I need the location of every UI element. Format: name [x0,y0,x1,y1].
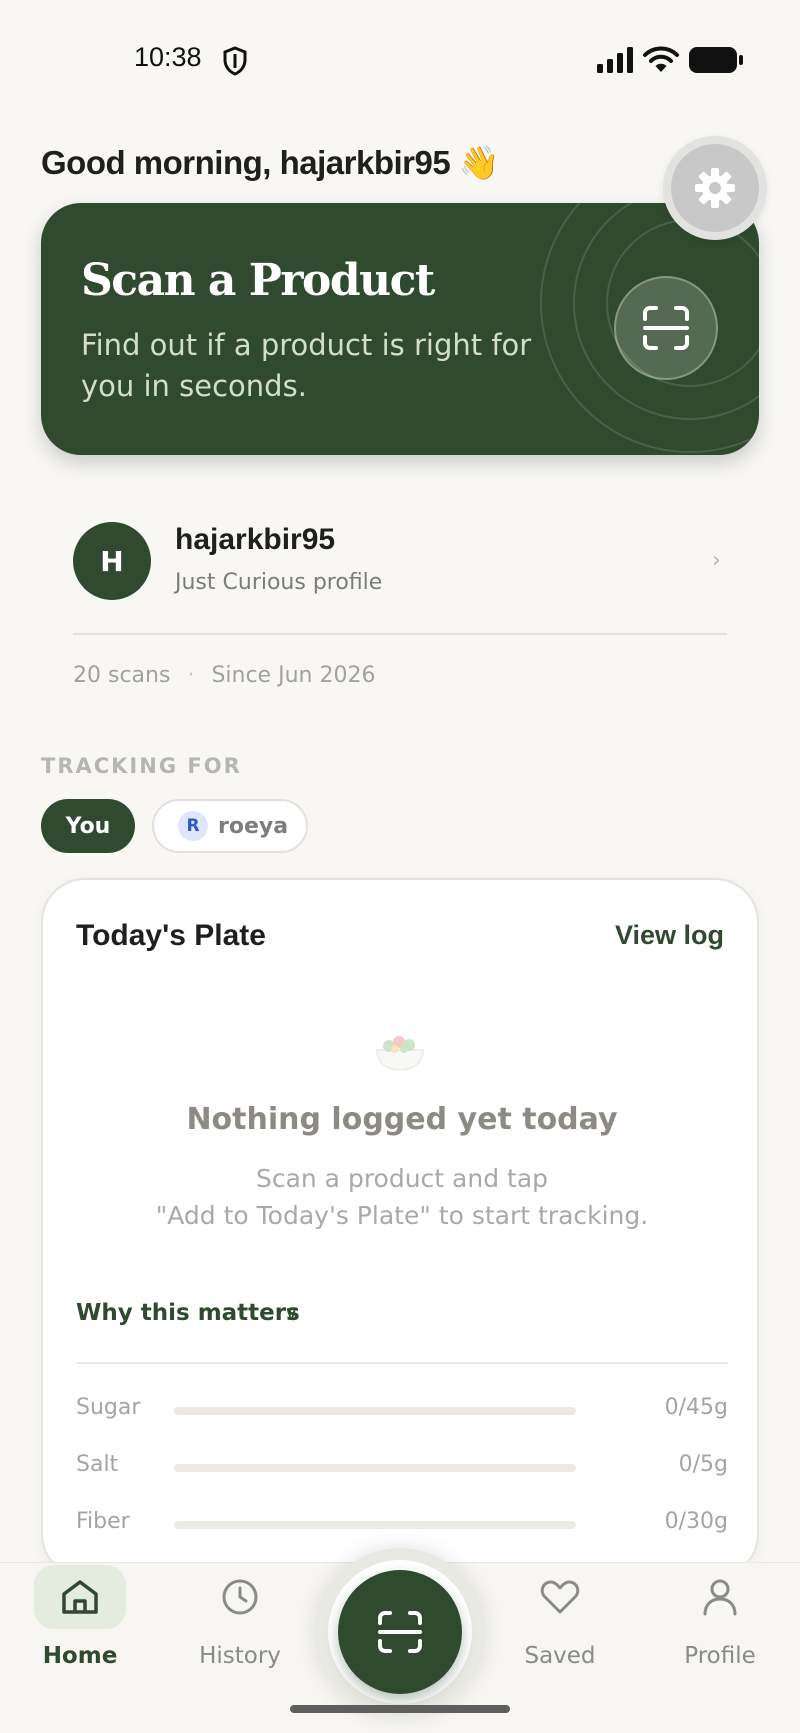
settings-button[interactable] [663,136,767,240]
nutrient-progress-bar [174,1407,576,1415]
scan-fab[interactable] [316,1548,484,1716]
profile-stats: 20 scans · Since Jun 2026 [73,663,375,688]
nutrient-row-sugar: Sugar 0/45g [76,1395,728,1425]
nav-label: Saved [524,1643,596,1669]
person-icon-wrap [674,1565,766,1629]
home-icon [62,1580,98,1614]
empty-state-subtitle: Scan a product and tap "Add to Today's P… [155,1164,649,1230]
nav-label: Profile [684,1643,756,1669]
shield-icon [223,46,247,76]
scan-card-subtitle: Find out if a product is right for you i… [81,328,532,403]
scan-card-title: Scan a Product [81,255,435,306]
greeting: Good morning, hajarkbir95 👋 [41,144,500,183]
empty-state-title: Nothing logged yet today [186,1102,618,1137]
nutrient-progress-bar [174,1464,576,1472]
tracking-chip-you[interactable]: You [41,799,135,853]
scan-count: 20 scans [73,663,171,688]
scan-icon [378,1611,422,1653]
nutrient-progress-bar [174,1521,576,1529]
nutrient-value: 0/45g [664,1395,728,1420]
battery-icon [689,47,743,73]
nutrient-row-fiber: Fiber 0/30g [76,1509,728,1539]
gear-icon [695,168,735,208]
heart-icon-wrap [514,1565,606,1629]
avatar[interactable]: H [73,522,151,600]
home-icon-bg [34,1565,126,1629]
scan-product-card[interactable]: Scan a Product Find out if a product is … [41,203,759,455]
clock-icon [222,1579,258,1615]
tracking-label: TRACKING FOR [41,754,242,778]
profile-name[interactable]: hajarkbir95 [175,523,335,557]
todays-plate-card: Today's Plate View log Nothing logged ye… [41,878,759,1578]
scan-fab-button[interactable] [338,1570,462,1694]
divider [73,633,727,635]
nutrient-value: 0/30g [664,1509,728,1534]
nav-saved[interactable]: Saved [500,1565,620,1669]
nav-home[interactable]: Home [20,1565,140,1669]
nutrient-name: Fiber [76,1509,130,1534]
nutrient-value: 0/5g [678,1452,728,1477]
why-this-matters-toggle[interactable]: Why this matters [76,1300,300,1326]
wave-emoji: 👋 [458,144,500,181]
nutrient-row-salt: Salt 0/5g [76,1452,728,1482]
tracking-chip-roeya[interactable]: R roeya [152,799,308,853]
scan-icon [643,306,689,350]
scan-card-button[interactable] [614,276,718,380]
nav-label: History [199,1643,281,1669]
profile-subtitle: Just Curious profile [175,570,383,595]
salad-bowl-icon [375,1036,425,1072]
clock-icon-wrap [194,1565,286,1629]
wifi-icon [643,46,679,72]
scan-fab-ring [328,1560,472,1704]
divider [76,1362,728,1364]
status-time: 10:38 [134,42,202,72]
nutrient-name: Sugar [76,1395,141,1420]
nav-profile[interactable]: Profile [660,1565,780,1669]
stats-separator: · [187,663,195,688]
person-icon [703,1579,737,1616]
chevron-right-icon[interactable]: › [712,548,721,573]
view-log-link[interactable]: View log [615,920,724,951]
member-since: Since Jun 2026 [211,663,376,688]
signal-icon [597,47,633,73]
chevron-down-icon[interactable]: ∨ [284,1301,299,1325]
nav-label: Home [42,1643,118,1669]
chip-avatar: R [178,811,208,841]
chip-label: roeya [218,813,289,839]
plate-title: Today's Plate [76,919,266,952]
heart-icon [540,1580,580,1614]
home-indicator [290,1705,510,1713]
nav-history[interactable]: History [180,1565,300,1669]
nutrient-name: Salt [76,1452,119,1477]
greeting-text: Good morning, hajarkbir95 [41,144,451,181]
